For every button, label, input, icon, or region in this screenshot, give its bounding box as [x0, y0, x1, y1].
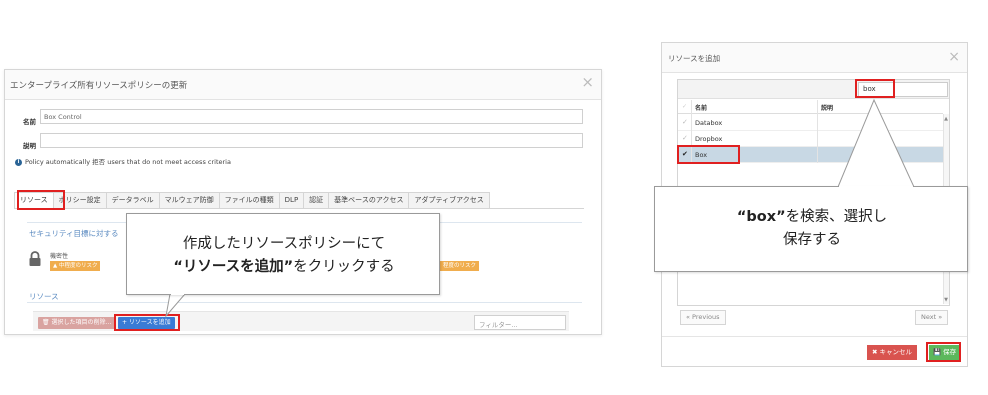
callout-pointer-cover	[839, 185, 913, 189]
